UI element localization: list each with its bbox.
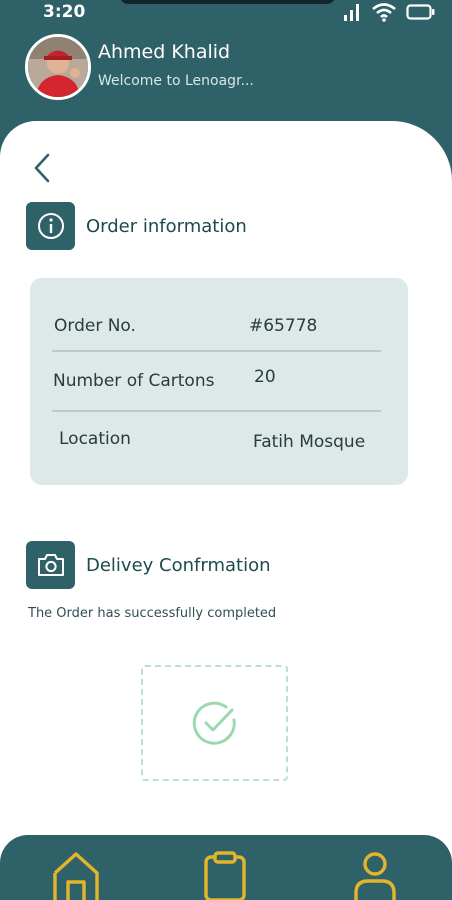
nav-profile[interactable] <box>352 851 398 900</box>
delivery-confirmation-title: Delivey Confrmation <box>86 554 271 576</box>
order-info-header: Order information <box>26 202 247 250</box>
order-number-label: Order No. <box>54 316 136 336</box>
camera-icon <box>37 554 64 576</box>
info-icon-badge <box>26 202 75 250</box>
info-icon <box>37 213 64 239</box>
battery-icon <box>406 4 435 20</box>
cartons-label: Number of Cartons <box>53 371 215 391</box>
order-info-title: Order information <box>86 215 247 237</box>
completion-message: The Order has successfully completed <box>28 606 277 621</box>
nav-home[interactable] <box>52 851 100 900</box>
avatar[interactable] <box>25 34 91 100</box>
cartons-row: Number of Cartons 20 <box>52 356 381 412</box>
clipboard-icon <box>204 851 246 900</box>
order-number-value: #65778 <box>249 316 318 336</box>
main-card: Order information Order No. #65778 Numbe… <box>0 121 452 900</box>
delivery-confirmation-header: Delivey Confrmation <box>26 541 271 589</box>
order-number-row: Order No. #65778 <box>52 301 381 357</box>
camera-icon-badge <box>26 541 75 589</box>
home-icon <box>53 852 99 900</box>
row-divider <box>52 410 381 412</box>
profile-icon <box>354 852 396 900</box>
nav-orders[interactable] <box>202 851 248 900</box>
photo-upload-box[interactable] <box>141 665 288 781</box>
check-circle-icon <box>192 701 236 745</box>
welcome-text: Welcome to Lenoagr... <box>98 73 254 89</box>
order-info-panel: Order No. #65778 Number of Cartons 20 Lo… <box>30 278 408 485</box>
cartons-value: 20 <box>254 367 276 387</box>
location-label: Location <box>59 429 131 449</box>
signal-icon <box>344 4 359 21</box>
bottom-nav <box>0 835 452 900</box>
location-row: Location Fatih Mosque <box>52 414 381 470</box>
status-time: 3:20 <box>43 2 86 22</box>
wifi-icon <box>372 3 396 22</box>
status-icons <box>342 2 436 22</box>
chevron-left-icon <box>34 153 50 183</box>
user-name: Ahmed Khalid <box>98 41 231 63</box>
phone-notch <box>120 0 335 4</box>
status-bar: 3:20 <box>0 0 452 26</box>
back-button[interactable] <box>30 150 54 186</box>
user-header: Ahmed Khalid Welcome to Lenoagr... <box>0 28 452 118</box>
location-value: Fatih Mosque <box>253 432 366 452</box>
row-divider <box>52 350 381 352</box>
